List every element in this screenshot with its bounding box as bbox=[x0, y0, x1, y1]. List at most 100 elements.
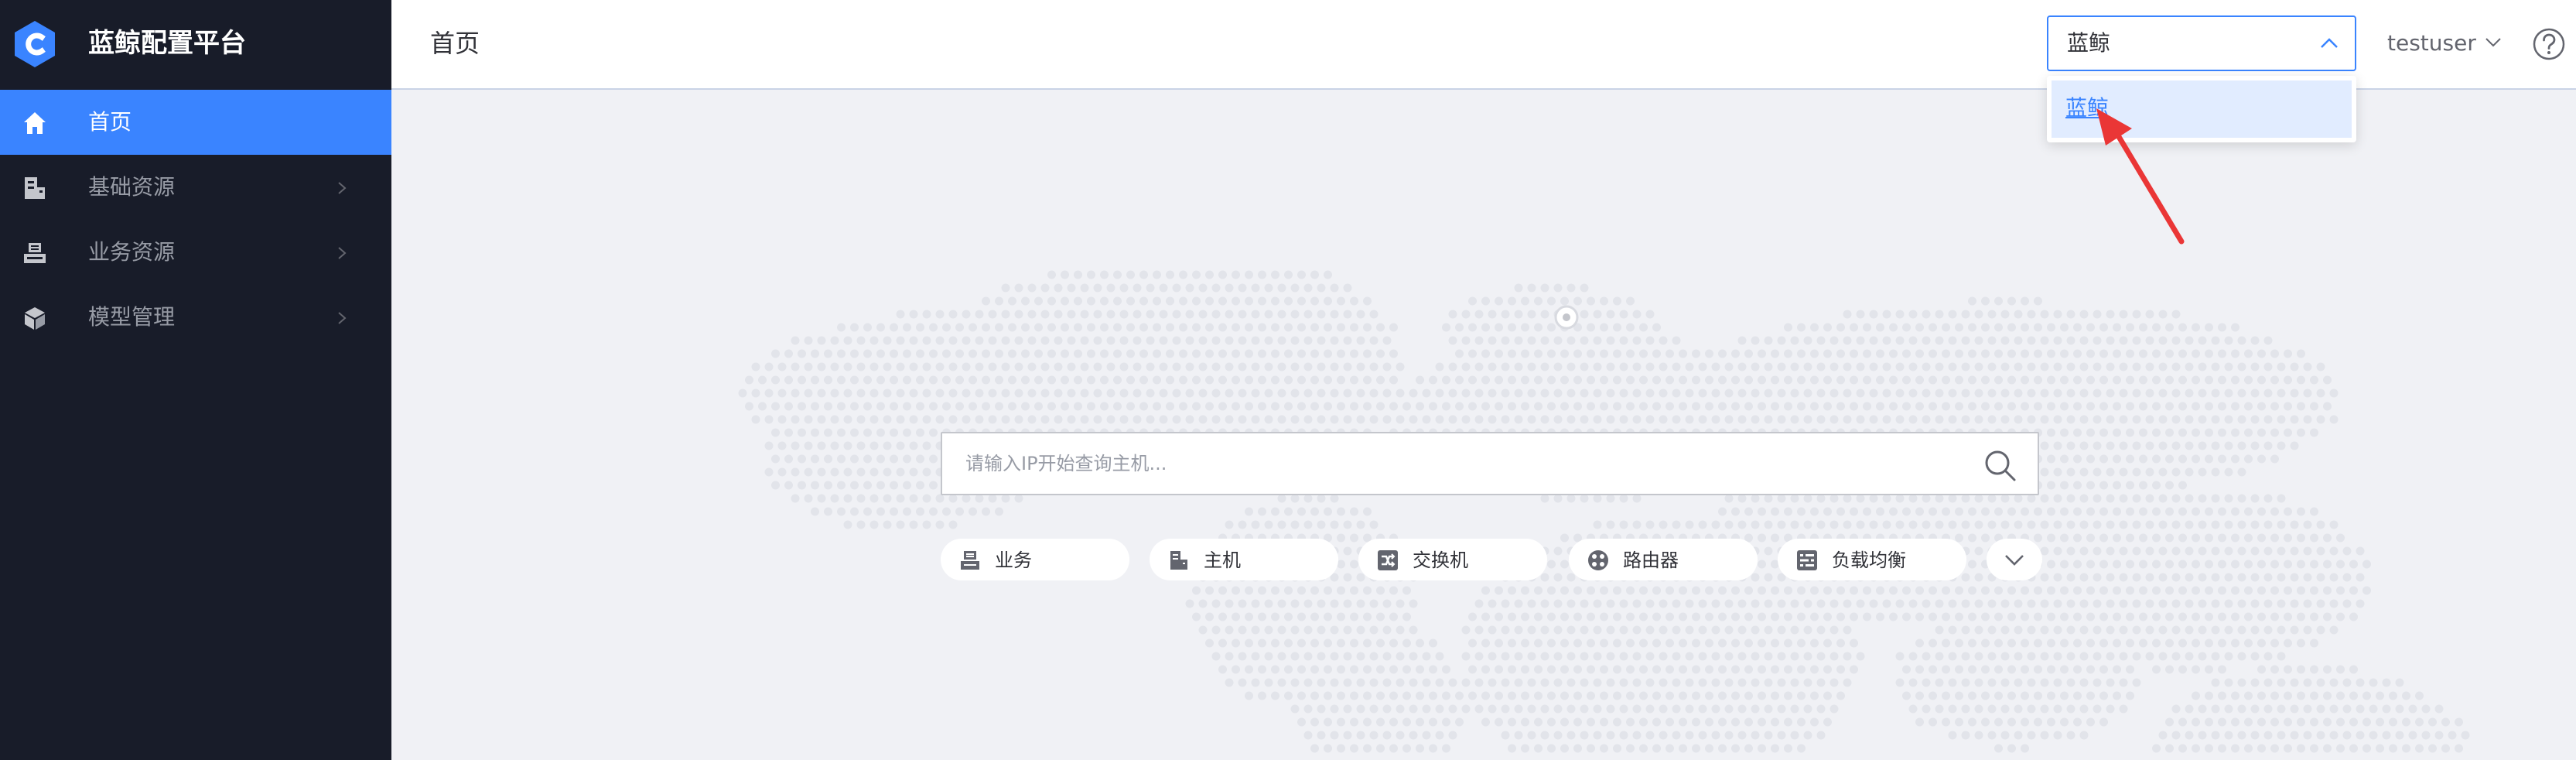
map-dot bbox=[1816, 494, 1826, 503]
map-dot bbox=[2119, 415, 2128, 424]
map-dot bbox=[1363, 744, 1372, 753]
map-dot bbox=[1409, 599, 1418, 608]
map-dot bbox=[1534, 744, 1543, 753]
map-dot bbox=[1514, 336, 1523, 345]
map-dot bbox=[2329, 573, 2339, 582]
map-dot bbox=[1981, 375, 1990, 385]
map-dot bbox=[1981, 402, 1990, 411]
shortcut-load-balancer[interactable]: 负载均衡 bbox=[1778, 539, 1966, 580]
sidebar-item-business-resources[interactable]: 业务资源 bbox=[0, 220, 391, 285]
map-dot bbox=[2066, 652, 2075, 661]
map-dot bbox=[2303, 599, 2312, 608]
map-dot bbox=[1718, 717, 1727, 727]
question-circle-icon[interactable] bbox=[2531, 26, 2567, 62]
map-dot bbox=[2250, 389, 2260, 398]
map-dot bbox=[1863, 375, 1871, 385]
map-dot bbox=[2297, 691, 2305, 700]
map-dot bbox=[1830, 415, 1839, 424]
map-dot bbox=[2132, 678, 2141, 687]
map-dot bbox=[1751, 599, 1760, 608]
map-dot bbox=[1474, 625, 1484, 635]
map-dot bbox=[1981, 586, 1990, 595]
shortcut-host[interactable]: 主机 bbox=[1150, 539, 1338, 580]
map-dot bbox=[1974, 389, 1983, 398]
map-dot bbox=[2073, 402, 2082, 411]
map-dot bbox=[1409, 704, 1418, 714]
map-dot bbox=[1553, 652, 1563, 661]
sidebar-item-model-management[interactable]: 模型管理 bbox=[0, 285, 391, 350]
shortcut-switch[interactable]: 交换机 bbox=[1358, 539, 1547, 580]
map-dot bbox=[2323, 717, 2332, 727]
map-dot bbox=[2152, 428, 2161, 437]
map-dot bbox=[791, 415, 800, 424]
host-search-input[interactable] bbox=[965, 444, 1971, 483]
map-dot bbox=[824, 375, 832, 385]
business-select[interactable]: 蓝鲸 bbox=[2047, 15, 2356, 71]
map-dot bbox=[1942, 349, 1950, 358]
map-dot bbox=[1869, 389, 1878, 398]
map-dot bbox=[1297, 375, 1306, 385]
map-dot bbox=[883, 362, 892, 371]
map-dot bbox=[1836, 507, 1845, 516]
map-dot bbox=[2198, 467, 2207, 477]
map-dot bbox=[995, 323, 1003, 332]
map-dot bbox=[2014, 599, 2023, 608]
sidebar: 蓝鲸配置平台 首页 基础资源 业务资源 模型管理 bbox=[0, 0, 391, 760]
map-dot bbox=[1218, 323, 1227, 332]
map-dot bbox=[2152, 533, 2161, 543]
user-menu[interactable]: testuser bbox=[2387, 23, 2503, 63]
map-dot bbox=[2237, 625, 2246, 635]
map-dot bbox=[2277, 494, 2286, 503]
map-dot bbox=[1481, 717, 1490, 727]
brand[interactable]: 蓝鲸配置平台 bbox=[0, 0, 391, 90]
map-dot bbox=[2126, 638, 2134, 648]
map-dot bbox=[1324, 586, 1332, 595]
map-dot bbox=[2250, 336, 2260, 345]
map-dot bbox=[1816, 389, 1826, 398]
map-dot bbox=[2106, 494, 2115, 503]
shortcut-business[interactable]: 业务 bbox=[941, 539, 1129, 580]
map-dot bbox=[1566, 704, 1576, 714]
map-dot bbox=[1606, 678, 1615, 687]
map-dot bbox=[935, 310, 945, 319]
map-dot bbox=[1751, 494, 1760, 503]
map-dot bbox=[1501, 415, 1510, 424]
map-dot bbox=[2158, 520, 2168, 529]
map-dot bbox=[1895, 678, 1905, 687]
map-dot bbox=[2040, 441, 2049, 450]
map-dot bbox=[1514, 652, 1523, 661]
map-dot bbox=[2073, 638, 2082, 648]
map-dot bbox=[1238, 415, 1247, 424]
map-dot bbox=[764, 467, 774, 477]
map-dot bbox=[1659, 389, 1668, 398]
map-dot bbox=[1251, 599, 1260, 608]
world-map-background bbox=[738, 270, 2470, 753]
map-dot bbox=[1566, 678, 1576, 687]
map-dot bbox=[1106, 336, 1115, 345]
map-dot bbox=[2126, 454, 2134, 464]
map-dot bbox=[1705, 612, 1713, 621]
map-dot bbox=[1915, 402, 1924, 411]
shortcut-router[interactable]: 路由器 bbox=[1569, 539, 1758, 580]
business-option[interactable]: 蓝鲸 bbox=[2052, 80, 2352, 138]
map-dot bbox=[2093, 441, 2102, 450]
map-dot bbox=[856, 494, 866, 503]
map-dot bbox=[804, 362, 813, 371]
more-shortcuts-button[interactable] bbox=[1987, 539, 2042, 580]
map-dot bbox=[1994, 665, 2003, 674]
map-dot bbox=[2303, 546, 2312, 556]
map-dot bbox=[1600, 402, 1608, 411]
map-dot bbox=[1284, 270, 1293, 279]
map-dot bbox=[883, 389, 892, 398]
search-icon[interactable] bbox=[1982, 447, 2019, 484]
map-dot bbox=[1119, 283, 1129, 293]
map-dot bbox=[764, 362, 774, 371]
sidebar-item-basic-resources[interactable]: 基础资源 bbox=[0, 155, 391, 220]
map-dot bbox=[1245, 665, 1253, 674]
map-dot bbox=[1264, 652, 1273, 661]
sidebar-item-home[interactable]: 首页 bbox=[0, 90, 391, 155]
map-dot bbox=[1869, 415, 1878, 424]
map-dot bbox=[1672, 415, 1681, 424]
map-dot bbox=[1961, 415, 1970, 424]
map-dot bbox=[1908, 678, 1918, 687]
